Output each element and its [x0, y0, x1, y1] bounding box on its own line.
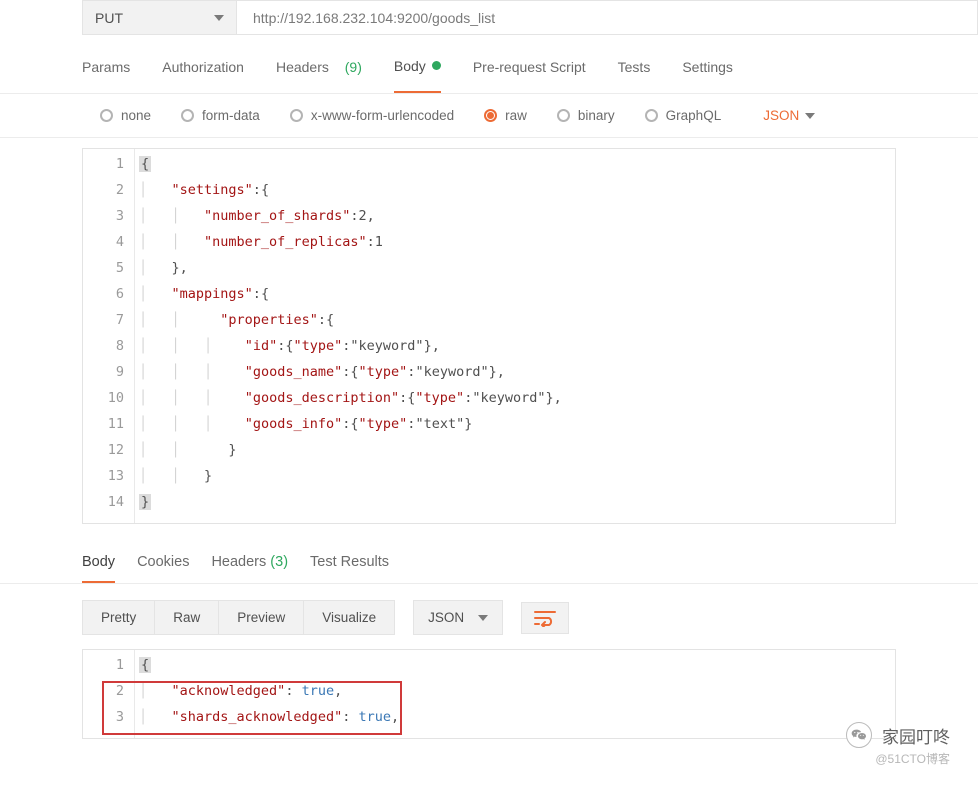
radio-x-www-form-urlencoded[interactable]: x-www-form-urlencoded	[290, 108, 454, 123]
tab-body[interactable]: Body	[394, 52, 441, 93]
annotation-box	[102, 681, 402, 735]
wrap-lines-button[interactable]	[521, 602, 569, 634]
tab-settings[interactable]: Settings	[682, 52, 733, 93]
wrap-icon	[534, 609, 556, 627]
tab-authorization[interactable]: Authorization	[162, 52, 244, 93]
view-raw-button[interactable]: Raw	[155, 600, 219, 635]
watermark-line2: @51CTO博客	[875, 750, 950, 767]
watermark-line1: 家园叮咚	[882, 723, 950, 748]
radio-graphql[interactable]: GraphQL	[645, 108, 722, 123]
resp-tab-test-results[interactable]: Test Results	[310, 554, 389, 583]
radio-form-data[interactable]: form-data	[181, 108, 260, 123]
tab-tests[interactable]: Tests	[618, 52, 651, 93]
tab-headers[interactable]: Headers (9)	[276, 52, 362, 93]
request-url-input[interactable]: http://192.168.232.104:9200/goods_list	[237, 0, 978, 35]
response-view-row: Pretty Raw Preview Visualize JSON	[0, 584, 978, 643]
tab-params[interactable]: Params	[82, 52, 130, 93]
wechat-icon	[846, 722, 872, 748]
resp-tab-cookies[interactable]: Cookies	[137, 554, 189, 583]
http-method-value: PUT	[95, 10, 123, 26]
body-active-dot-icon	[432, 61, 441, 70]
radio-raw[interactable]: raw	[484, 108, 527, 123]
editor-gutter: 1 2 3 4 5 6 7 8 9 10 11 12 13 14	[83, 149, 135, 523]
request-url-value: http://192.168.232.104:9200/goods_list	[253, 10, 495, 26]
view-pretty-button[interactable]: Pretty	[82, 600, 155, 635]
chevron-down-icon	[478, 615, 488, 621]
request-tabs: Params Authorization Headers (9) Body Pr…	[0, 36, 978, 94]
view-visualize-button[interactable]: Visualize	[304, 600, 395, 635]
chevron-down-icon	[214, 15, 224, 21]
body-type-row: none form-data x-www-form-urlencoded raw…	[0, 94, 978, 138]
chevron-down-icon	[805, 113, 815, 119]
body-language-select[interactable]: JSON	[763, 108, 815, 123]
http-method-select[interactable]: PUT	[82, 0, 237, 35]
resp-tab-headers[interactable]: Headers (3)	[211, 554, 288, 583]
resp-tab-body[interactable]: Body	[82, 554, 115, 583]
radio-none[interactable]: none	[100, 108, 151, 123]
view-preview-button[interactable]: Preview	[219, 600, 304, 635]
request-body-editor[interactable]: 1 2 3 4 5 6 7 8 9 10 11 12 13 14 { │ "se…	[82, 148, 896, 524]
watermark: 家园叮咚 @51CTO博客	[846, 722, 950, 767]
editor-code[interactable]: { │ "settings":{ │ │ "number_of_shards":…	[135, 149, 562, 523]
tab-prerequest[interactable]: Pre-request Script	[473, 52, 586, 93]
response-tabs: Body Cookies Headers (3) Test Results	[0, 524, 978, 584]
radio-binary[interactable]: binary	[557, 108, 615, 123]
response-language-select[interactable]: JSON	[413, 600, 503, 635]
